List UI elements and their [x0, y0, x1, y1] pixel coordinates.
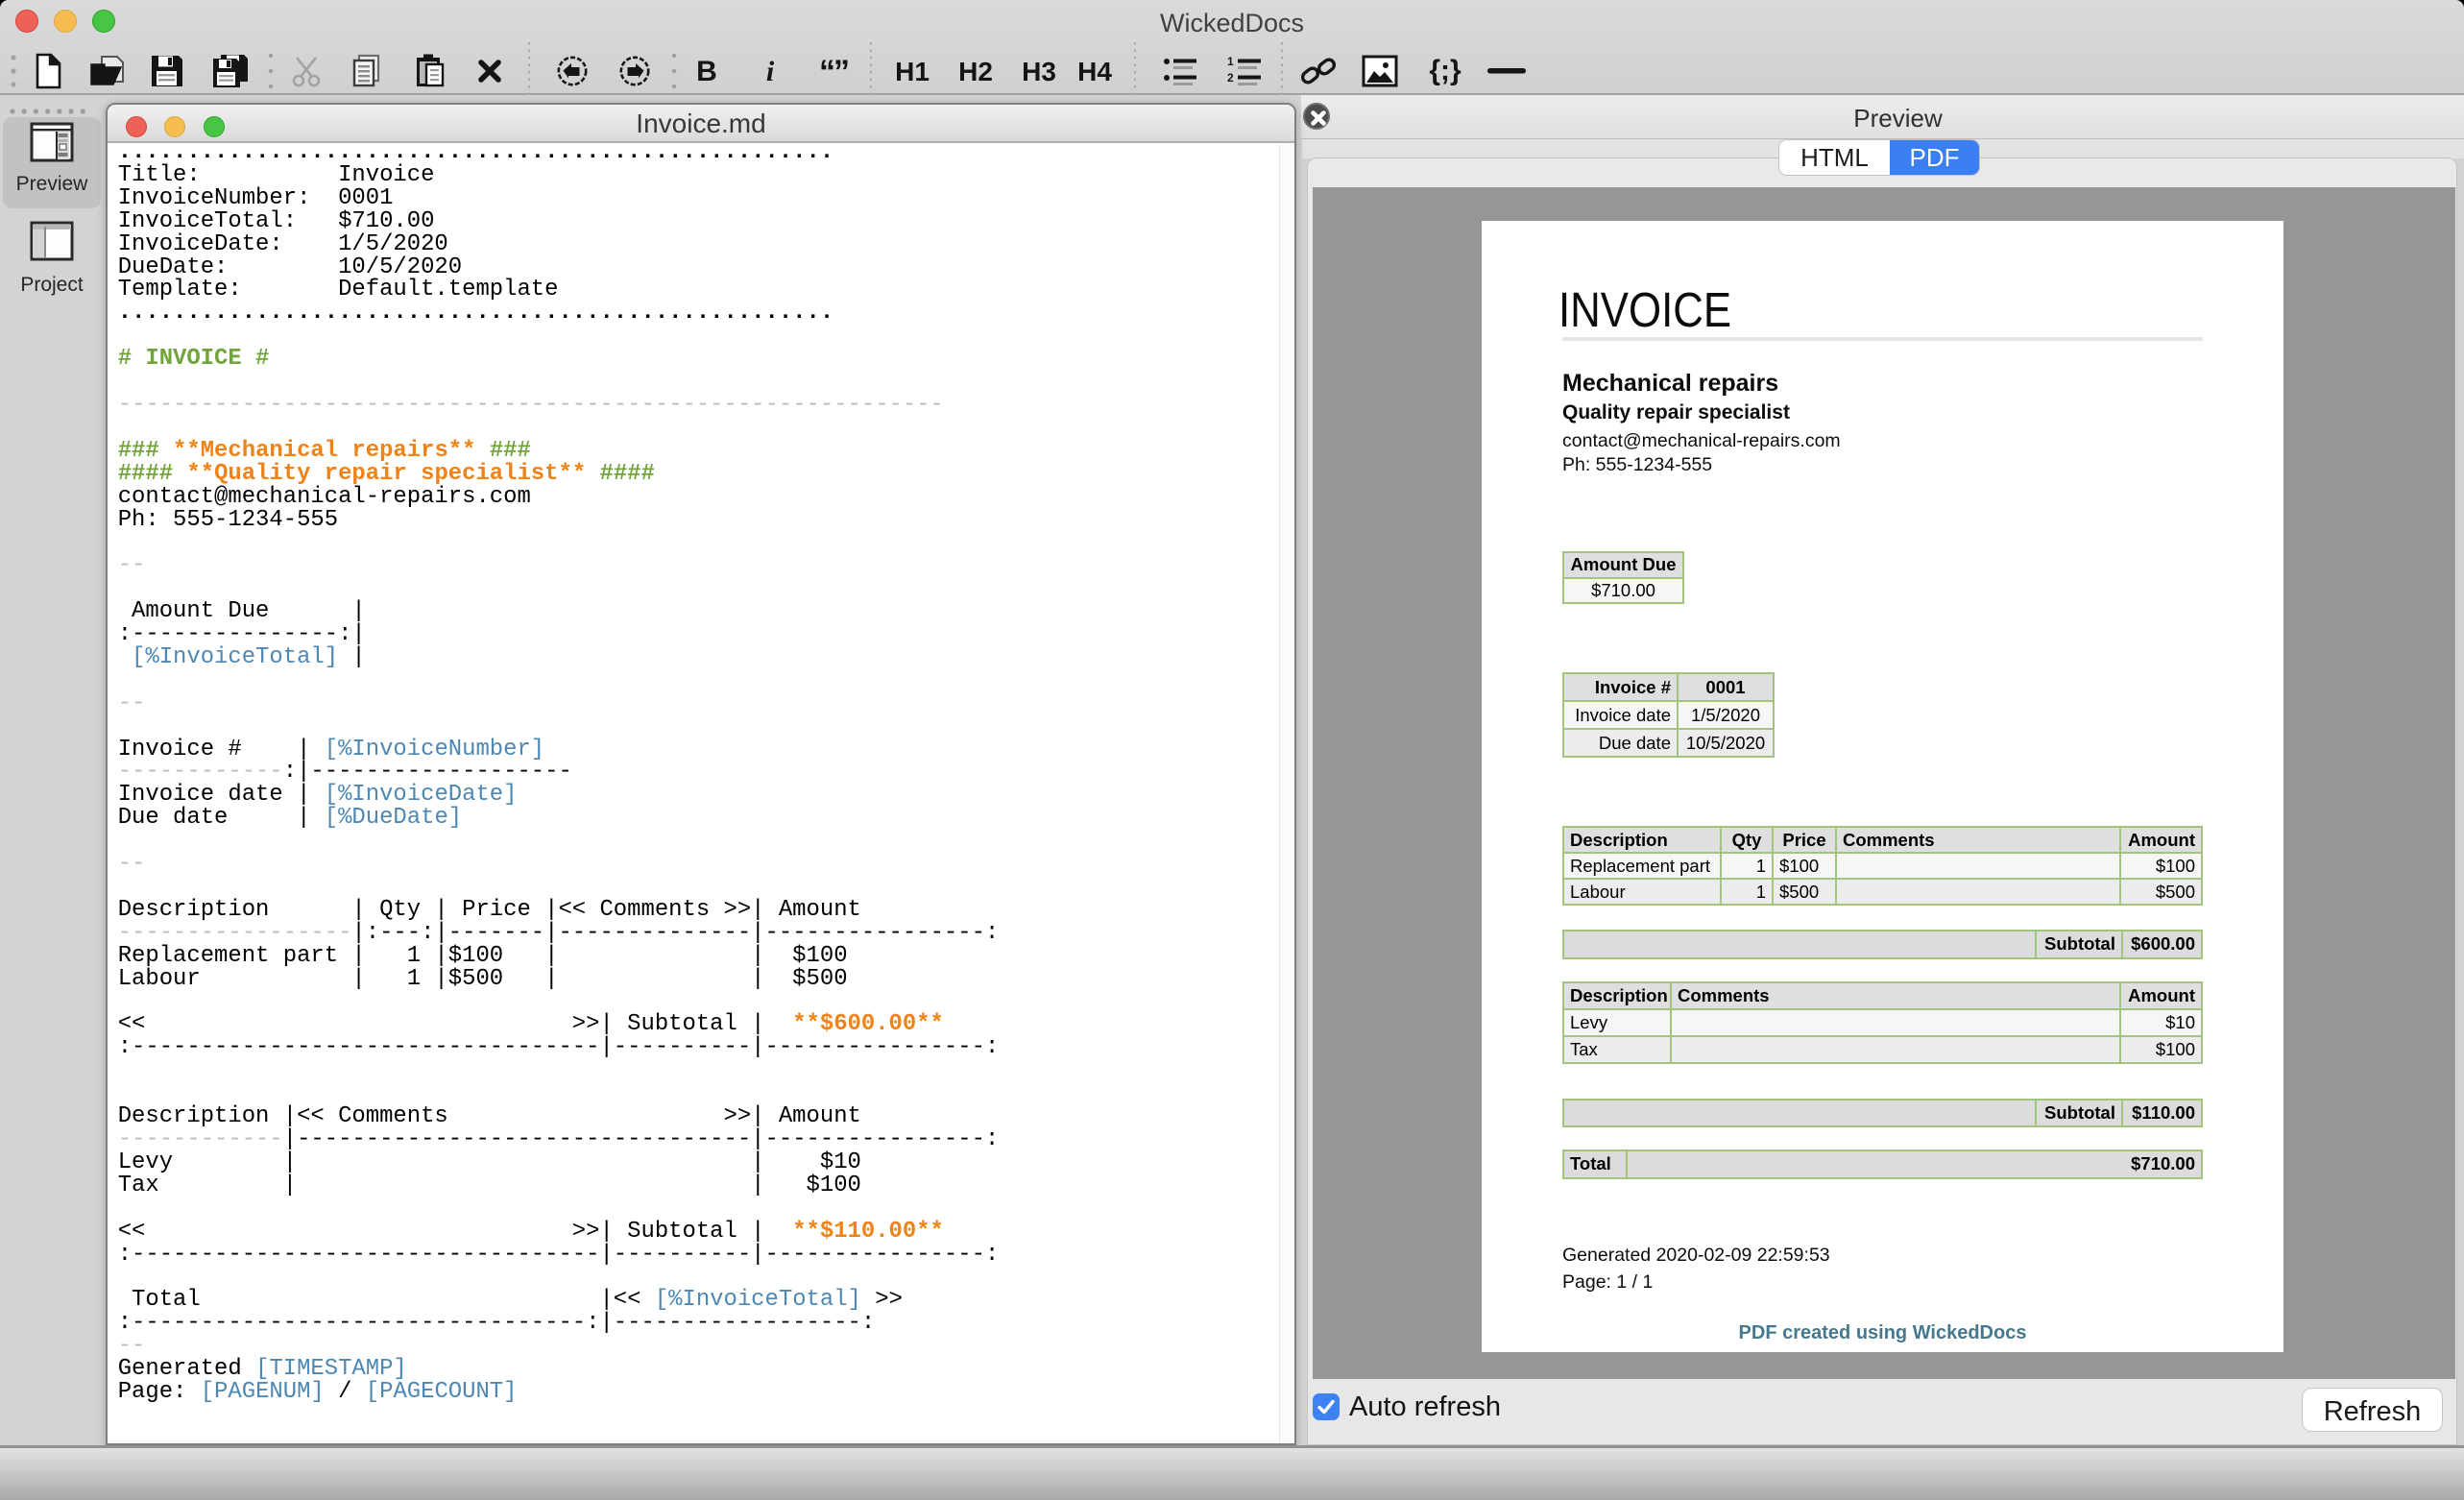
svg-text:1: 1 — [1227, 56, 1234, 68]
svg-text:{;}: {;} — [1429, 55, 1461, 86]
svg-text:2: 2 — [1227, 71, 1234, 85]
